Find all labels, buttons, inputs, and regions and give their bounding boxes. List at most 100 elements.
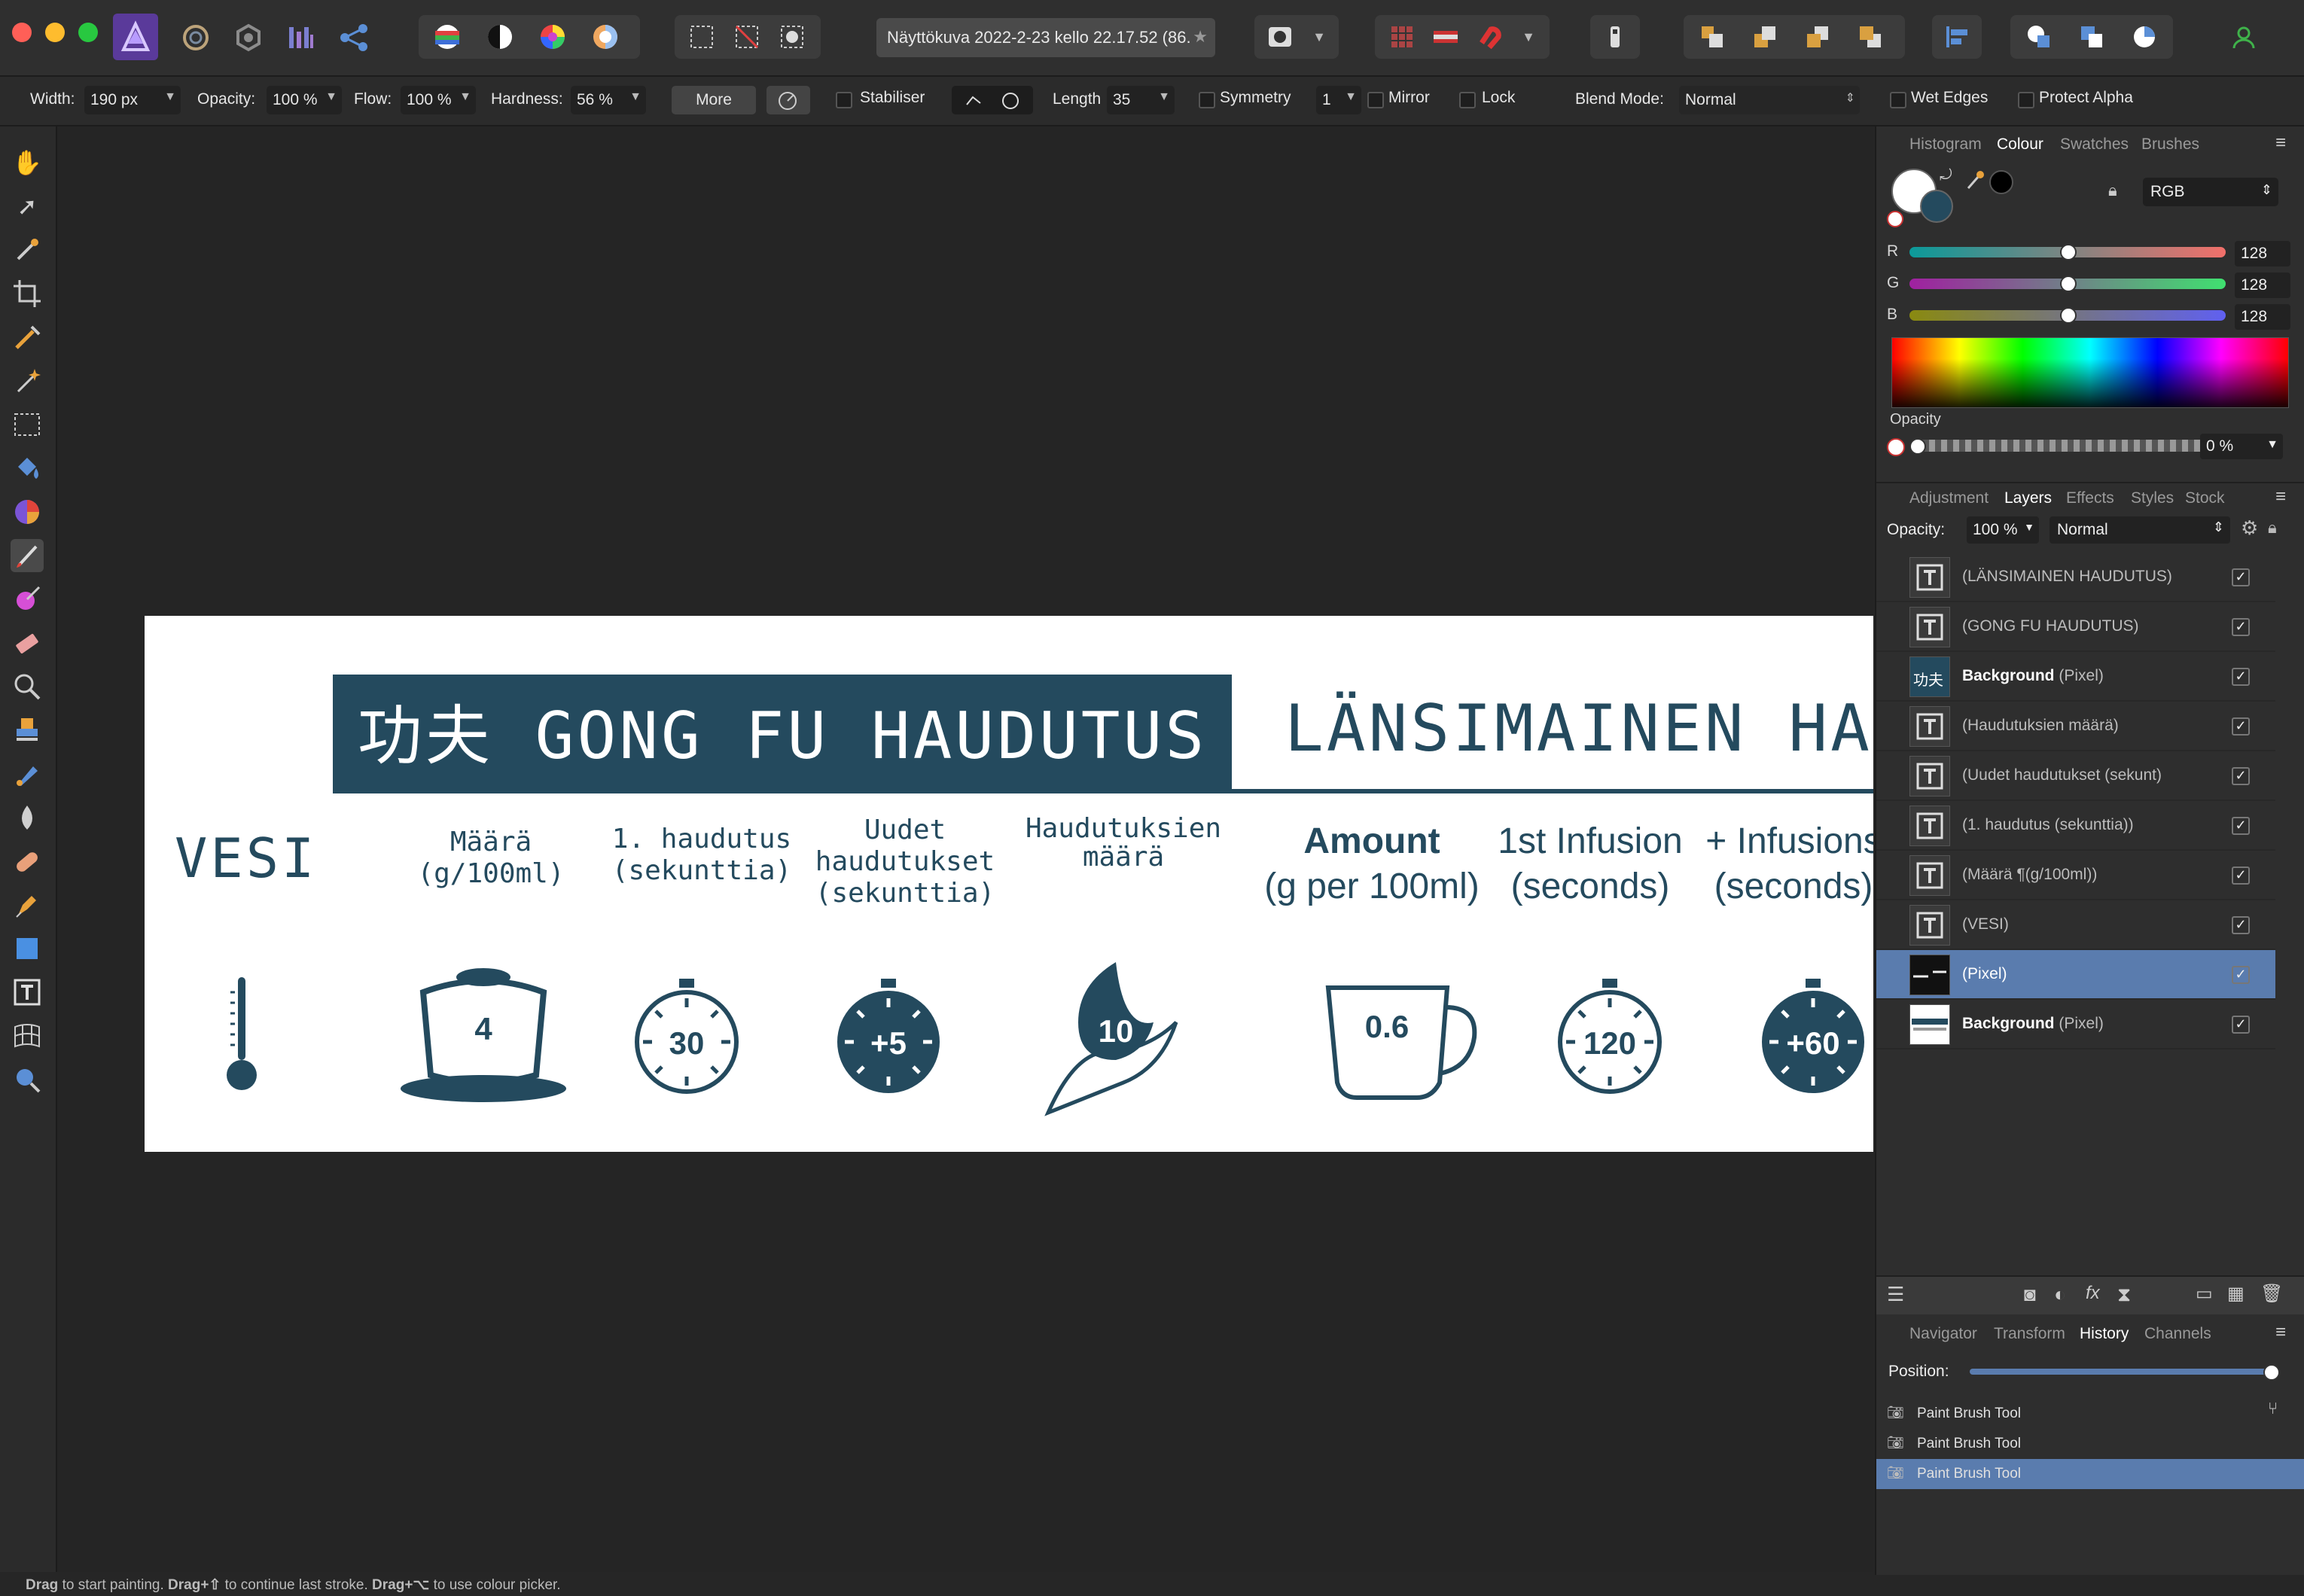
width-field[interactable]: 190 px ▼	[84, 86, 181, 114]
tab-styles[interactable]: Styles	[2131, 489, 2174, 507]
folder-icon[interactable]: ▭	[2196, 1283, 2213, 1305]
b-value-field[interactable]: 128	[2235, 304, 2290, 330]
lock-colour-icon[interactable]: 🔒︎	[2108, 181, 2126, 203]
snapping-dropdown-icon[interactable]: ▼	[1513, 15, 1544, 59]
r-slider-knob[interactable]	[2060, 244, 2077, 260]
export-persona-icon[interactable]	[331, 14, 376, 62]
g-value-field[interactable]: 128	[2235, 273, 2290, 298]
smudge-brush-tool-icon[interactable]	[11, 757, 44, 790]
layer-visibility-checkbox[interactable]: ✓	[2232, 1016, 2250, 1034]
align-icon[interactable]	[1936, 15, 1978, 59]
deselect-icon[interactable]	[726, 15, 768, 59]
gear-icon[interactable]: ⚙	[2241, 516, 2258, 540]
wet-edges-checkbox[interactable]	[1890, 92, 1906, 108]
live-filter-icon[interactable]: ⧗	[2117, 1283, 2131, 1307]
color-replacement-tool-icon[interactable]	[11, 583, 44, 616]
healing-brush-tool-icon[interactable]	[11, 845, 44, 878]
history-position-knob[interactable]	[2263, 1364, 2280, 1381]
colour-opacity-knob[interactable]	[1909, 438, 1926, 455]
add-pixel-layer-icon[interactable]: ▦	[2227, 1283, 2245, 1305]
trash-icon[interactable]: 🗑︎	[2260, 1283, 2283, 1305]
subtract-icon[interactable]	[2069, 15, 2114, 59]
tab-colour[interactable]: Colour	[1997, 136, 2043, 154]
secondary-colour-swatch[interactable]	[1920, 190, 1953, 223]
layer-row[interactable]: (LÄNSIMAINEN HAUDUTUS) ✓	[1876, 553, 2275, 602]
hardness-field[interactable]: 56 % ▼	[571, 86, 646, 114]
b-slider-knob[interactable]	[2060, 307, 2077, 324]
colour-spectrum[interactable]	[1891, 337, 2289, 408]
liquify-persona-icon[interactable]	[173, 14, 218, 62]
crop-tool-icon[interactable]	[11, 277, 44, 310]
invert-selection-icon[interactable]	[771, 15, 813, 59]
tab-transform[interactable]: Transform	[1994, 1325, 2065, 1343]
layer-visibility-checkbox[interactable]: ✓	[2232, 668, 2250, 686]
white-balance-icon[interactable]	[583, 15, 628, 59]
hand-tool-icon[interactable]: ✋	[11, 146, 44, 179]
erase-brush-tool-icon[interactable]	[11, 626, 44, 659]
length-field[interactable]: 35 ▼	[1107, 86, 1175, 114]
move-forward-one-icon[interactable]	[1795, 15, 1840, 59]
add-icon[interactable]	[2016, 15, 2062, 59]
marquee-tool-icon[interactable]	[11, 408, 44, 441]
photo-persona-icon[interactable]	[113, 14, 158, 60]
history-item[interactable]: 📷︎ Paint Brush Tool	[1876, 1459, 2304, 1489]
layer-row[interactable]: (1. haudutus (sekunttia)) ✓	[1876, 801, 2275, 851]
r-value-field[interactable]: 128	[2235, 241, 2290, 267]
eyedropper-icon[interactable]	[1964, 169, 1986, 191]
protect-alpha-checkbox[interactable]	[2018, 92, 2034, 108]
panel-menu-icon[interactable]: ≡	[2275, 132, 2286, 154]
picked-colour-swatch[interactable]	[1989, 170, 2013, 194]
pen-tool-icon[interactable]	[11, 888, 44, 921]
adjustment-layer-icon[interactable]: ◐	[2054, 1283, 2066, 1306]
layer-visibility-checkbox[interactable]: ✓	[2232, 966, 2250, 984]
layer-row[interactable]: (Uudet haudutukset (sekunt) ✓	[1876, 751, 2275, 801]
select-all-icon[interactable]	[681, 15, 723, 59]
mirror-checkbox[interactable]	[1367, 92, 1384, 108]
document-tab[interactable]: Näyttökuva 2022-2-23 kello 22.17.52 (86.…	[876, 18, 1215, 57]
layer-row[interactable]: (GONG FU HAUDUTUS) ✓	[1876, 602, 2275, 652]
zoom-tool-icon[interactable]	[11, 1063, 44, 1096]
black-white-icon[interactable]	[477, 15, 523, 59]
symmetry-checkbox[interactable]	[1199, 92, 1215, 108]
layer-visibility-checkbox[interactable]: ✓	[2232, 717, 2250, 736]
fx-icon[interactable]: fx	[2086, 1283, 2100, 1304]
tab-history[interactable]: History	[2080, 1325, 2129, 1343]
clone-brush-tool-icon[interactable]	[11, 714, 44, 747]
document-canvas[interactable]: 功夫 GONG FU HAUDUTUS LÄNSIMAINEN HAUDU VE…	[145, 616, 1873, 1152]
tab-stock[interactable]: Stock	[2185, 489, 2225, 507]
gradient-tool-icon[interactable]	[11, 495, 44, 528]
layer-opacity-field[interactable]: 100 % ▼	[1967, 516, 2039, 544]
flood-fill-tool-icon[interactable]	[11, 452, 44, 485]
branch-icon[interactable]: ⑂	[2268, 1399, 2278, 1418]
layer-visibility-checkbox[interactable]: ✓	[2232, 618, 2250, 636]
move-back-one-icon[interactable]	[1742, 15, 1787, 59]
tab-swatches[interactable]: Swatches	[2060, 136, 2129, 154]
tab-effects[interactable]: Effects	[2066, 489, 2114, 507]
lock-icon[interactable]: 🔒︎	[2268, 518, 2277, 538]
layer-row[interactable]: Background (Pixel) ✓	[1876, 1000, 2275, 1049]
hsl-icon[interactable]	[530, 15, 575, 59]
layer-visibility-checkbox[interactable]: ✓	[2232, 916, 2250, 934]
blend-mode-select[interactable]: Normal ⇕	[1679, 86, 1860, 114]
layer-row[interactable]: (Määrä ¶(g/100ml)) ✓	[1876, 851, 2275, 900]
pressure-icon[interactable]	[766, 86, 810, 114]
tab-channels[interactable]: Channels	[2144, 1325, 2211, 1343]
levels-icon[interactable]	[425, 15, 470, 59]
move-to-front-icon[interactable]	[1848, 15, 1893, 59]
g-slider-knob[interactable]	[2060, 276, 2077, 292]
tab-histogram[interactable]: Histogram	[1909, 136, 1982, 154]
more-button[interactable]: More	[672, 86, 756, 114]
history-item[interactable]: 📷︎ Paint Brush Tool	[1876, 1399, 2304, 1429]
context-toolbar-icon[interactable]	[1594, 15, 1636, 59]
develop-persona-icon[interactable]	[226, 14, 271, 62]
layer-visibility-checkbox[interactable]: ✓	[2232, 867, 2250, 885]
artistic-text-tool-icon[interactable]	[11, 976, 44, 1009]
user-account-icon[interactable]	[2221, 14, 2266, 62]
intersect-icon[interactable]	[2122, 15, 2167, 59]
selection-brush-tool-icon[interactable]	[11, 321, 44, 354]
history-position-slider[interactable]	[1970, 1369, 2271, 1375]
move-tool-icon[interactable]: ➚	[11, 190, 44, 223]
color-picker-tool-icon[interactable]	[11, 233, 44, 267]
minimize-window-button[interactable]	[45, 23, 65, 42]
flow-field[interactable]: 100 % ▼	[401, 86, 476, 114]
